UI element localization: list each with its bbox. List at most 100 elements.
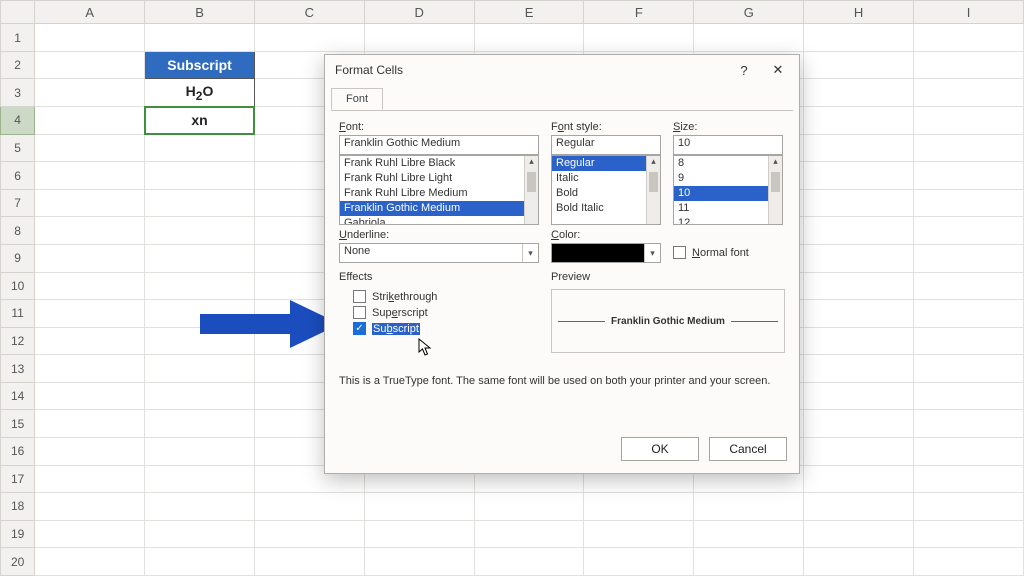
cell[interactable] bbox=[914, 300, 1024, 328]
cell[interactable] bbox=[804, 300, 914, 328]
row-hdr[interactable]: 9 bbox=[1, 244, 35, 272]
cell[interactable] bbox=[145, 438, 255, 466]
row-hdr[interactable]: 10 bbox=[1, 272, 35, 300]
cell[interactable] bbox=[914, 189, 1024, 217]
cell[interactable] bbox=[914, 244, 1024, 272]
cell[interactable] bbox=[804, 79, 914, 107]
cell[interactable] bbox=[35, 244, 145, 272]
cell[interactable] bbox=[584, 520, 694, 548]
cell[interactable] bbox=[804, 493, 914, 521]
cell[interactable] bbox=[804, 355, 914, 383]
cell[interactable] bbox=[474, 548, 584, 576]
normal-font-checkbox[interactable]: Normal font bbox=[673, 246, 785, 259]
cell[interactable] bbox=[35, 382, 145, 410]
cell[interactable] bbox=[35, 327, 145, 355]
selectall-corner[interactable] bbox=[1, 1, 35, 24]
cell[interactable] bbox=[35, 438, 145, 466]
size-input[interactable]: 10 bbox=[673, 135, 783, 155]
cell[interactable] bbox=[694, 520, 804, 548]
cell[interactable] bbox=[364, 548, 474, 576]
dialog-titlebar[interactable]: Format Cells ? ✕ bbox=[325, 55, 799, 85]
cell[interactable] bbox=[914, 410, 1024, 438]
font-input[interactable]: Franklin Gothic Medium bbox=[339, 135, 539, 155]
cell[interactable] bbox=[694, 548, 804, 576]
scrollbar[interactable]: ▴ bbox=[768, 156, 782, 224]
cell[interactable] bbox=[804, 327, 914, 355]
list-item[interactable]: Gabriola bbox=[340, 216, 538, 225]
cell[interactable] bbox=[35, 217, 145, 245]
cell[interactable] bbox=[914, 162, 1024, 190]
cell-B2[interactable]: Subscript bbox=[145, 51, 255, 79]
list-item[interactable]: 9 bbox=[674, 171, 782, 186]
cell[interactable] bbox=[914, 438, 1024, 466]
underline-combo[interactable]: None ▾ bbox=[339, 243, 539, 263]
col-hdr-E[interactable]: E bbox=[474, 1, 584, 24]
row-hdr[interactable]: 12 bbox=[1, 327, 35, 355]
row-hdr[interactable]: 8 bbox=[1, 217, 35, 245]
cell[interactable] bbox=[145, 548, 255, 576]
col-hdr-D[interactable]: D bbox=[364, 1, 474, 24]
row-hdr[interactable]: 15 bbox=[1, 410, 35, 438]
fontstyle-input[interactable]: Regular bbox=[551, 135, 661, 155]
cell[interactable] bbox=[145, 382, 255, 410]
tab-font[interactable]: Font bbox=[331, 88, 383, 110]
cell[interactable] bbox=[35, 465, 145, 493]
cell[interactable] bbox=[364, 24, 474, 52]
row-hdr[interactable]: 20 bbox=[1, 548, 35, 576]
chevron-down-icon[interactable]: ▾ bbox=[522, 244, 538, 262]
row-hdr[interactable]: 7 bbox=[1, 189, 35, 217]
cell[interactable] bbox=[914, 520, 1024, 548]
cell[interactable] bbox=[474, 493, 584, 521]
cell-B4[interactable]: xn bbox=[145, 107, 255, 135]
cell[interactable] bbox=[35, 272, 145, 300]
cell[interactable] bbox=[145, 355, 255, 383]
cell[interactable] bbox=[254, 548, 364, 576]
cell[interactable] bbox=[145, 272, 255, 300]
cell[interactable] bbox=[145, 493, 255, 521]
scrollbar[interactable]: ▴ bbox=[524, 156, 538, 224]
cell[interactable] bbox=[35, 410, 145, 438]
cell[interactable] bbox=[914, 465, 1024, 493]
cell-B3[interactable]: H2O bbox=[145, 79, 255, 107]
subscript-checkbox[interactable]: ✓ Subscript bbox=[353, 322, 539, 335]
col-hdr-G[interactable]: G bbox=[694, 1, 804, 24]
strikethrough-checkbox[interactable]: Strikethrough bbox=[353, 290, 539, 303]
cell[interactable] bbox=[145, 24, 255, 52]
cell[interactable] bbox=[35, 548, 145, 576]
cell[interactable] bbox=[35, 189, 145, 217]
cell[interactable] bbox=[804, 189, 914, 217]
col-hdr-A[interactable]: A bbox=[35, 1, 145, 24]
cell[interactable] bbox=[914, 51, 1024, 79]
cell[interactable] bbox=[804, 548, 914, 576]
cell[interactable] bbox=[914, 79, 1024, 107]
cell[interactable] bbox=[474, 520, 584, 548]
list-item[interactable]: Frank Ruhl Libre Light bbox=[340, 171, 538, 186]
font-listbox[interactable]: Frank Ruhl Libre Black Frank Ruhl Libre … bbox=[339, 155, 539, 225]
cell[interactable] bbox=[804, 162, 914, 190]
cell[interactable] bbox=[914, 217, 1024, 245]
cell[interactable] bbox=[145, 327, 255, 355]
cell[interactable] bbox=[804, 438, 914, 466]
list-item[interactable]: Bold bbox=[552, 186, 660, 201]
chevron-down-icon[interactable]: ▾ bbox=[644, 244, 660, 262]
col-hdr-F[interactable]: F bbox=[584, 1, 694, 24]
row-hdr[interactable]: 16 bbox=[1, 438, 35, 466]
cell[interactable] bbox=[35, 300, 145, 328]
cell[interactable] bbox=[364, 520, 474, 548]
cell[interactable] bbox=[474, 24, 584, 52]
cell[interactable] bbox=[804, 24, 914, 52]
col-hdr-C[interactable]: C bbox=[254, 1, 364, 24]
row-hdr[interactable]: 18 bbox=[1, 493, 35, 521]
row-hdr[interactable]: 4 bbox=[1, 107, 35, 135]
row-hdr[interactable]: 5 bbox=[1, 134, 35, 162]
col-hdr-I[interactable]: I bbox=[914, 1, 1024, 24]
cell[interactable] bbox=[35, 162, 145, 190]
cell[interactable] bbox=[804, 134, 914, 162]
list-item[interactable]: 8 bbox=[674, 156, 782, 171]
cell[interactable] bbox=[35, 51, 145, 79]
list-item[interactable]: Franklin Gothic Medium bbox=[340, 201, 538, 216]
dialog-close-button[interactable]: ✕ bbox=[761, 58, 795, 82]
row-hdr[interactable]: 3 bbox=[1, 79, 35, 107]
row-hdr[interactable]: 19 bbox=[1, 520, 35, 548]
list-item[interactable]: 12 bbox=[674, 216, 782, 225]
